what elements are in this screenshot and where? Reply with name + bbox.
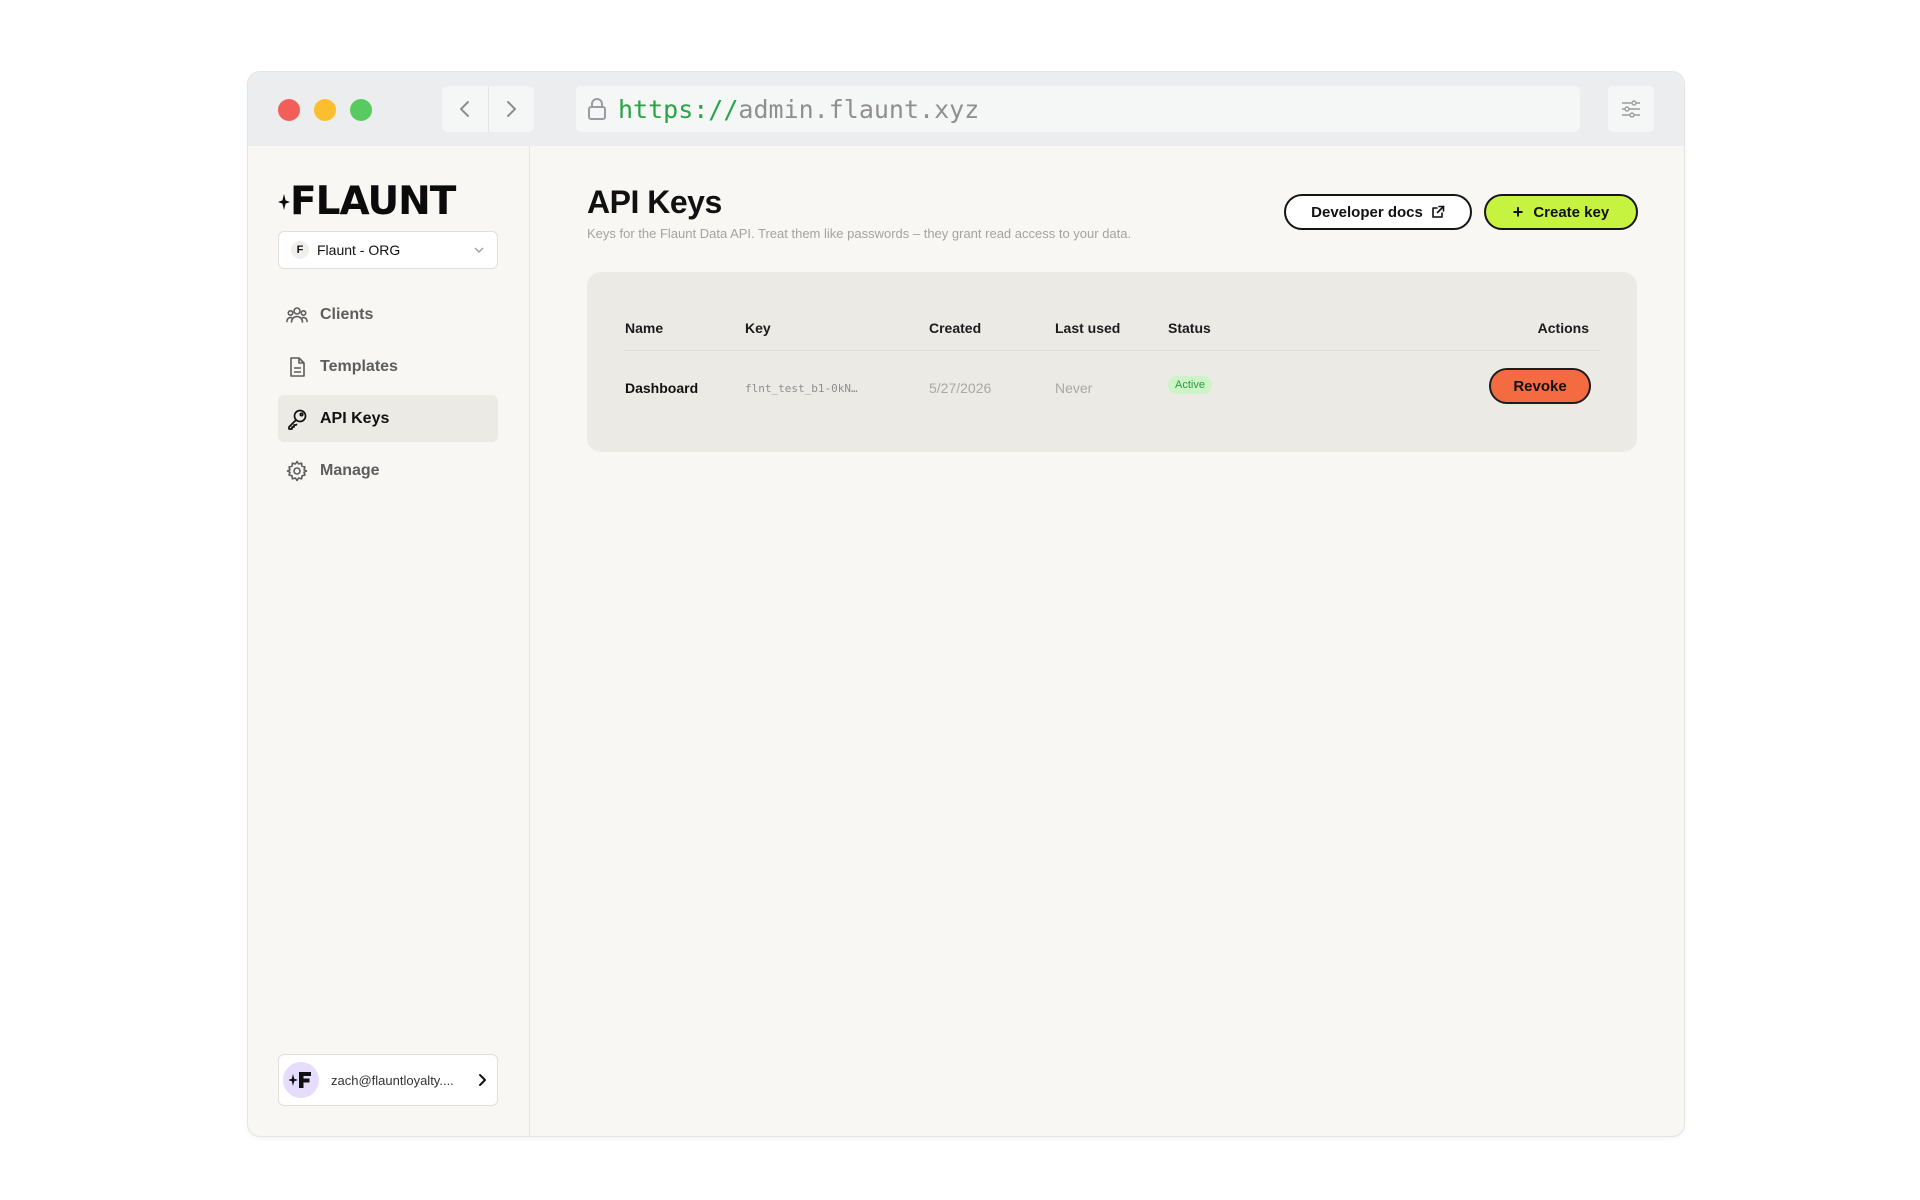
document-icon — [286, 356, 308, 378]
sidebar-item-api-keys[interactable]: API Keys — [278, 395, 498, 442]
column-header-last-used: Last used — [1055, 320, 1121, 336]
create-key-button[interactable]: + Create key — [1484, 194, 1638, 230]
maximize-window-button[interactable] — [350, 99, 372, 121]
brand-name: FLAUNT — [290, 179, 456, 224]
org-initial: F — [291, 241, 309, 259]
external-link-icon — [1431, 205, 1445, 219]
developer-docs-label: Developer docs — [1311, 203, 1423, 221]
account-menu[interactable]: zach@flauntloyalty.... — [278, 1054, 498, 1106]
developer-docs-button[interactable]: Developer docs — [1284, 194, 1472, 230]
chevron-down-icon — [473, 246, 485, 254]
avatar — [283, 1062, 319, 1098]
main-content: API Keys Keys for the Flaunt Data API. T… — [531, 146, 1684, 1136]
url-host: admin.flaunt.xyz — [738, 94, 980, 124]
page-title: API Keys — [587, 184, 722, 220]
flaunt-logo-icon — [289, 1072, 311, 1088]
brand-logo[interactable]: FLAUNT — [278, 179, 456, 224]
close-window-button[interactable] — [278, 99, 300, 121]
lock-icon — [586, 97, 608, 121]
sidebar-item-clients[interactable]: Clients — [278, 291, 498, 338]
forward-button[interactable] — [487, 86, 535, 132]
sidebar-nav: Clients Templates API Keys Manage — [278, 291, 498, 499]
revoke-button[interactable]: Revoke — [1489, 368, 1591, 404]
sliders-icon — [1622, 100, 1640, 118]
column-header-actions: Actions — [1537, 320, 1589, 336]
key-name: Dashboard — [625, 380, 699, 396]
create-key-label: Create key — [1533, 203, 1610, 221]
history-nav — [442, 86, 534, 132]
chevron-right-icon — [507, 101, 517, 117]
browser-window: https://admin.flaunt.xyz FLAUNT F Flaunt… — [248, 72, 1684, 1136]
column-header-created: Created — [929, 320, 982, 336]
sidebar-item-templates[interactable]: Templates — [278, 343, 498, 390]
key-created-date: 5/27/2026 — [929, 380, 992, 396]
key-icon — [286, 408, 308, 430]
column-header-status: Status — [1168, 320, 1211, 336]
api-keys-table: Name Key Created Last used Status Action… — [587, 272, 1637, 452]
address-bar[interactable]: https://admin.flaunt.xyz — [576, 86, 1580, 132]
page-subtitle: Keys for the Flaunt Data API. Treat them… — [587, 226, 1132, 241]
gear-icon — [286, 460, 308, 482]
browser-settings-button[interactable] — [1608, 86, 1654, 132]
sidebar: FLAUNT F Flaunt - ORG Clients Templates — [248, 146, 530, 1136]
chevron-right-icon — [477, 1073, 487, 1087]
url-scheme: https:// — [618, 94, 739, 124]
browser-chrome: https://admin.flaunt.xyz — [248, 72, 1684, 146]
column-header-name: Name — [625, 320, 664, 336]
sidebar-item-manage[interactable]: Manage — [278, 447, 498, 494]
sidebar-item-label: Templates — [320, 357, 398, 375]
column-header-key: Key — [745, 320, 771, 336]
table-divider — [623, 350, 1601, 351]
sidebar-item-label: Clients — [320, 305, 374, 323]
org-name: Flaunt - ORG — [317, 242, 401, 258]
key-last-used: Never — [1055, 380, 1093, 396]
back-button[interactable] — [442, 86, 488, 132]
sidebar-item-label: API Keys — [320, 409, 390, 427]
status-badge: Active — [1168, 376, 1212, 394]
chevron-left-icon — [459, 101, 469, 117]
minimize-window-button[interactable] — [314, 99, 336, 121]
key-value[interactable]: flnt_test_b1-0kN… — [745, 382, 858, 395]
plus-icon: + — [1512, 202, 1524, 222]
sidebar-item-label: Manage — [320, 461, 380, 479]
sparkle-icon — [278, 193, 290, 210]
users-icon — [286, 304, 308, 326]
account-email: zach@flauntloyalty.... — [331, 1072, 454, 1088]
org-selector[interactable]: F Flaunt - ORG — [278, 231, 498, 269]
